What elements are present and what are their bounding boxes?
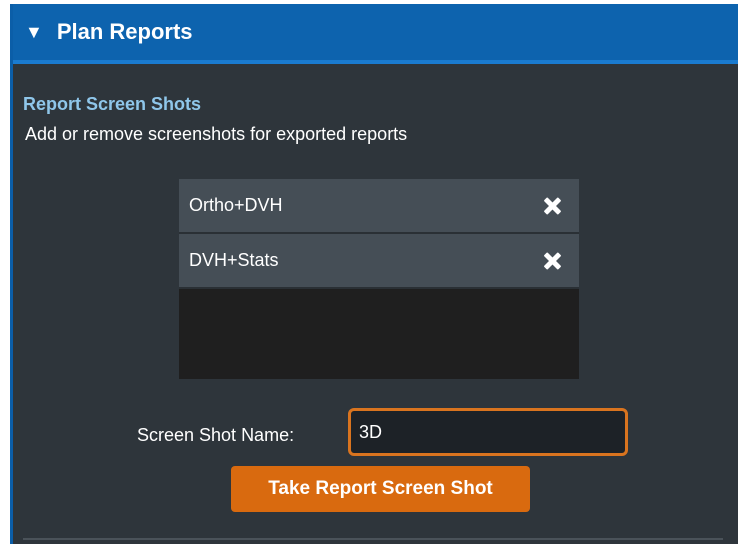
list-item[interactable]: Ortho+DVH (179, 179, 579, 234)
section-description: Add or remove screenshots for exported r… (25, 124, 408, 144)
screenshot-list: Ortho+DVH DVH+Stats (179, 179, 579, 379)
screenshot-label: DVH+Stats (189, 250, 279, 270)
take-screenshot-button[interactable]: Take Report Screen Shot (231, 466, 530, 512)
panel-title: Plan Reports (56, 19, 193, 44)
divider (23, 538, 723, 540)
list-item[interactable]: DVH+Stats (179, 234, 579, 289)
panel-header[interactable]: ▼ Plan Reports (13, 4, 738, 64)
screenshot-name-input[interactable] (348, 408, 628, 456)
close-icon[interactable] (541, 250, 563, 272)
plan-reports-panel: ▼ Plan Reports Report Screen Shots Add o… (10, 4, 738, 544)
panel-body: Report Screen Shots Add or remove screen… (13, 68, 738, 544)
screenshot-name-label: Screen Shot Name: (137, 425, 295, 445)
screenshot-label: Ortho+DVH (189, 195, 283, 215)
section-title: Report Screen Shots (23, 94, 202, 114)
close-icon[interactable] (541, 195, 563, 217)
collapse-triangle-icon[interactable]: ▼ (25, 23, 43, 41)
